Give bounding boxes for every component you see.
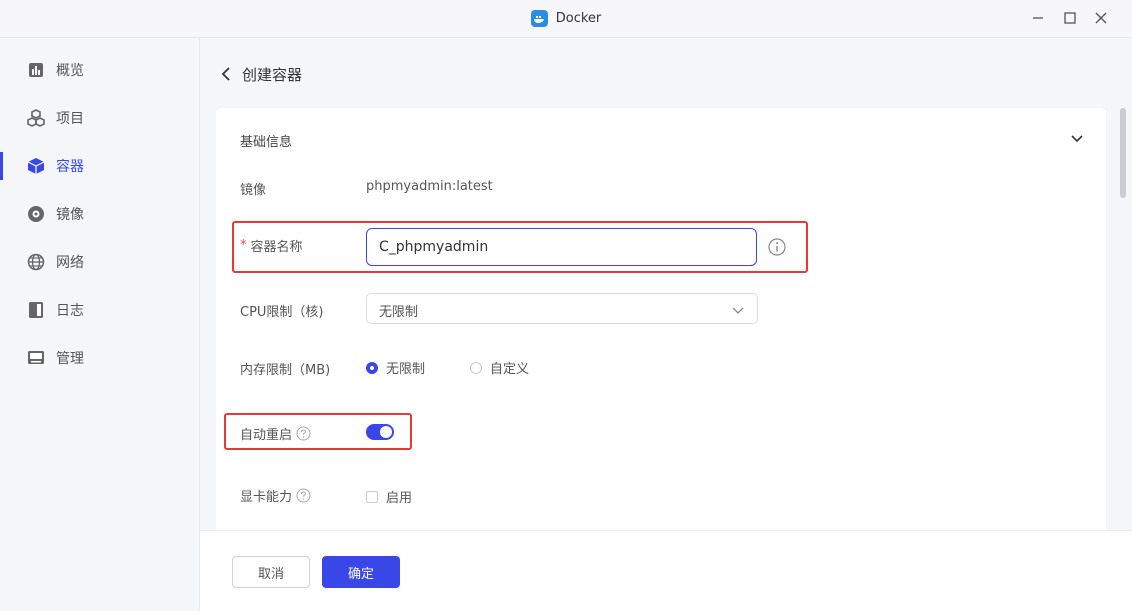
window-title: Docker	[555, 11, 602, 26]
back-arrow-icon[interactable]	[216, 64, 236, 84]
minimize-icon[interactable]	[1028, 8, 1048, 28]
sidebar-item-label: 镜像	[56, 207, 84, 223]
footer-bar: 取消 确定	[200, 530, 1132, 611]
cube-icon	[26, 156, 46, 176]
help-icon[interactable]	[296, 488, 311, 503]
sidebar-item-label: 容器	[56, 159, 84, 175]
close-icon[interactable]	[1091, 8, 1111, 28]
cpu-limit-value: 无限制	[379, 305, 419, 320]
cpu-limit-select[interactable]: 无限制	[366, 293, 758, 324]
sidebar-item-images[interactable]: 镜像	[0, 194, 199, 234]
sidebar-item-label: 概览	[56, 63, 84, 79]
container-name-label: * 容器名称	[240, 236, 303, 255]
memory-radio-custom[interactable]: 自定义	[470, 358, 529, 377]
main-content: 创建容器 基础信息 镜像 phpmyadmin:latest * 容器名称 CP…	[200, 38, 1132, 611]
cancel-button[interactable]: 取消	[232, 556, 310, 588]
memory-radio-unlimited[interactable]: 无限制	[366, 358, 425, 377]
container-name-label-text: 容器名称	[250, 240, 303, 255]
checkbox-label: 启用	[386, 491, 413, 506]
gpu-label: 显卡能力	[240, 486, 311, 505]
disc-icon	[26, 204, 46, 224]
sidebar-item-overview[interactable]: 概览	[0, 50, 199, 90]
gpu-enable-checkbox[interactable]: 启用	[366, 487, 412, 506]
page-title: 创建容器	[242, 65, 303, 84]
radio-label: 自定义	[490, 362, 530, 377]
auto-restart-label: 自动重启	[240, 424, 311, 443]
info-icon[interactable]	[768, 238, 786, 256]
sidebar-item-management[interactable]: 管理	[0, 338, 199, 378]
sidebar-item-containers[interactable]: 容器	[0, 146, 199, 186]
confirm-button[interactable]: 确定	[322, 556, 400, 588]
image-label: 镜像	[240, 183, 267, 198]
sidebar-item-label: 日志	[56, 303, 84, 319]
sidebar-item-label: 项目	[56, 111, 84, 127]
maximize-icon[interactable]	[1060, 8, 1080, 28]
chevron-down-icon[interactable]	[1068, 130, 1086, 148]
sidebar-item-label: 管理	[56, 351, 84, 367]
sidebar-item-logs[interactable]: 日志	[0, 290, 199, 330]
gpu-label-text: 显卡能力	[240, 490, 293, 505]
image-value: phpmyadmin:latest	[366, 179, 493, 194]
chart-icon	[26, 60, 46, 80]
monitor-icon	[26, 348, 46, 368]
globe-icon	[26, 252, 46, 272]
auto-restart-toggle[interactable]	[366, 424, 394, 440]
toggle-knob	[380, 426, 392, 438]
sidebar-item-label: 网络	[56, 255, 84, 271]
help-icon[interactable]	[296, 426, 311, 441]
cpu-limit-label: CPU限制（核)	[240, 305, 324, 320]
chevron-down-icon	[731, 302, 745, 316]
scrollbar[interactable]	[1120, 108, 1126, 198]
container-name-input[interactable]	[366, 228, 757, 266]
sidebar: 概览 项目 容器 镜像 网络 日志 管理	[0, 38, 200, 610]
section-title: 基础信息	[240, 135, 293, 150]
sidebar-item-projects[interactable]: 项目	[0, 98, 199, 138]
auto-restart-label-text: 自动重启	[240, 428, 293, 443]
active-indicator	[0, 152, 3, 180]
window-title-area: Docker	[0, 0, 1132, 37]
required-marker: *	[240, 238, 247, 253]
page-header: 创建容器	[216, 60, 302, 88]
docker-logo-icon	[530, 10, 548, 27]
title-bar: Docker	[0, 0, 1132, 38]
memory-limit-label: 内存限制（MB)	[240, 363, 331, 378]
checkbox-unchecked-icon	[366, 490, 378, 503]
radio-selected-icon	[366, 361, 378, 374]
cubes-icon	[26, 108, 46, 128]
form-card: 基础信息 镜像 phpmyadmin:latest * 容器名称 CPU限制（核…	[216, 108, 1106, 568]
book-icon	[26, 300, 46, 320]
sidebar-item-network[interactable]: 网络	[0, 242, 199, 282]
radio-unselected-icon	[470, 361, 482, 374]
radio-label: 无限制	[386, 362, 426, 377]
